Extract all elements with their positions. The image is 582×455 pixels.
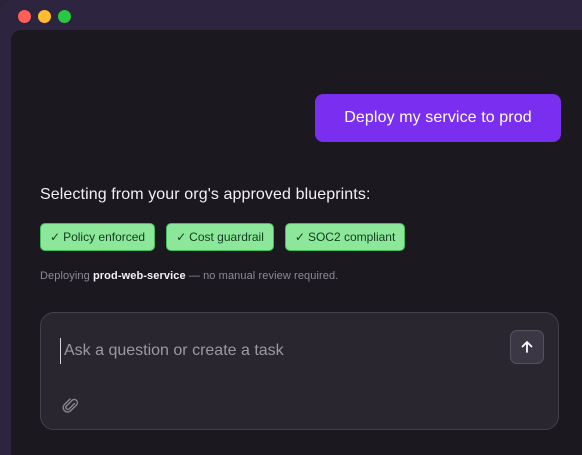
maximize-window-button[interactable] — [58, 10, 71, 23]
badge-soc2-compliant: ✓ SOC2 compliant — [284, 223, 406, 251]
service-name: prod-web-service — [92, 270, 186, 282]
badge-policy-enforced: ✓ Policy enforced — [40, 223, 156, 251]
checkmark-icon: ✓ — [50, 230, 61, 244]
paperclip-icon — [62, 398, 79, 413]
badge-label: SOC2 compliant — [307, 230, 396, 244]
deploy-status: Deploying prod-web-service — no manual r… — [40, 270, 338, 282]
deploy-suffix: — no manual review required. — [188, 270, 339, 282]
attach-button[interactable] — [60, 395, 82, 417]
badge-cost-guardrail: ✓ Cost guardrail — [166, 223, 274, 251]
deploy-prefix: Deploying — [40, 270, 90, 282]
close-window-button[interactable] — [18, 10, 31, 23]
checkmark-icon: ✓ — [294, 230, 305, 244]
chat-panel: Deploy my service to prod Selecting from… — [11, 30, 582, 455]
send-button[interactable] — [510, 330, 544, 364]
checkmark-icon: ✓ — [176, 230, 187, 244]
message-input[interactable] — [60, 338, 486, 364]
assistant-heading: Selecting from your org's approved bluep… — [40, 186, 371, 203]
blueprint-badges: ✓ Policy enforced ✓ Cost guardrail ✓ SOC… — [40, 223, 406, 251]
user-message-bubble: Deploy my service to prod — [315, 94, 561, 142]
minimize-window-button[interactable] — [38, 10, 51, 23]
message-composer — [40, 312, 559, 430]
arrow-up-icon — [521, 341, 533, 353]
app-window: Deploy my service to prod Selecting from… — [0, 0, 582, 455]
badge-label: Cost guardrail — [189, 230, 264, 244]
badge-label: Policy enforced — [63, 230, 146, 244]
